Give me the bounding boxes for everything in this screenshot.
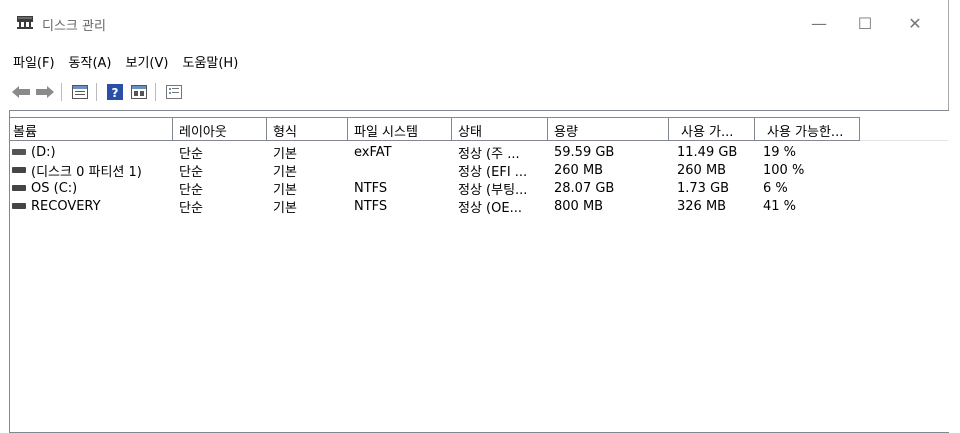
disk-graph-button[interactable] [128,81,150,103]
type-cell: 기본 [273,164,297,180]
table-row[interactable]: OS (C:) 단순 기본 NTFS 정상 (부팅... 28.07 GB 1.… [10,179,948,198]
maximize-button[interactable]: ☐ [842,8,888,38]
column-header-file-system[interactable]: 파일 시스템 [348,117,452,141]
percent-free-cell: 19 % [763,144,797,160]
capacity-cell: 28.07 GB [554,180,615,196]
status-cell: 정상 (주 ... [458,146,520,162]
status-cell: 정상 (OE... [458,200,522,216]
menu-help[interactable]: 도움말(H) [182,48,238,72]
free-space-cell: 11.49 GB [677,144,738,160]
toolbar-separator [61,83,62,101]
free-space-cell: 326 MB [677,198,727,214]
toolbar: ? [0,79,949,105]
percent-free-cell: 41 % [763,198,797,214]
column-header-free-space[interactable]: 사용 가... [669,117,755,141]
drive-icon [12,149,26,155]
back-arrow-icon [12,86,30,98]
disk-list-button[interactable] [69,81,91,103]
maximize-icon: ☐ [857,13,873,33]
table-header: 볼륨 레이아웃 형식 파일 시스템 상태 용량 사용 가... 사용 가능한..… [10,117,948,141]
forward-button[interactable] [34,81,56,103]
capacity-cell: 800 MB [554,198,604,214]
toolbar-separator [96,83,97,101]
menu-file[interactable]: 파일(F) [13,48,55,72]
type-cell: 기본 [273,182,297,198]
column-header-volume[interactable]: 볼륨 [10,117,173,141]
menu-bar: 파일(F) 동작(A) 보기(V) 도움말(H) [0,48,949,72]
table-row[interactable]: (디스크 0 파티션 1) 단순 기본 정상 (EFI ... 260 MB 2… [10,161,948,180]
status-cell: 정상 (부팅... [458,182,528,198]
volume-name: (디스크 0 파티션 1) [31,164,142,180]
volume-list: 볼륨 레이아웃 형식 파일 시스템 상태 용량 사용 가... 사용 가능한..… [9,110,949,433]
menu-action[interactable]: 동작(A) [69,48,112,72]
column-header-capacity[interactable]: 용량 [548,117,669,141]
disk-graph-icon [131,85,147,99]
help-icon: ? [107,84,123,100]
minimize-icon: — [811,13,827,33]
layout-cell: 단순 [179,164,203,180]
column-header-type[interactable]: 형식 [267,117,348,141]
capacity-cell: 59.59 GB [554,144,615,160]
type-cell: 기본 [273,200,297,216]
close-button[interactable]: ✕ [892,8,938,38]
column-header-layout[interactable]: 레이아웃 [173,117,267,141]
menu-view[interactable]: 보기(V) [126,48,169,72]
close-icon: ✕ [908,13,922,33]
disk-management-app-icon [16,14,34,30]
disk-list-icon [72,85,88,99]
window-title: 디스크 관리 [42,19,106,34]
capacity-cell: 260 MB [554,162,604,178]
layout-cell: 단순 [179,200,203,216]
column-header-status[interactable]: 상태 [452,117,548,141]
title-bar: 디스크 관리 — ☐ ✕ [0,0,949,44]
percent-free-cell: 6 % [763,180,788,196]
volume-name: (D:) [31,144,56,160]
drive-icon [12,185,26,191]
volume-name: RECOVERY [31,198,101,214]
drive-icon [12,167,26,173]
help-button[interactable]: ? [104,81,126,103]
table-body: (D:) 단순 기본 exFAT 정상 (주 ... 59.59 GB 11.4… [10,143,948,216]
svg-text:?: ? [112,86,119,100]
percent-free-cell: 100 % [763,162,805,178]
properties-icon [166,85,182,99]
drive-icon [12,203,26,209]
properties-button[interactable] [163,81,185,103]
layout-cell: 단순 [179,182,203,198]
status-cell: 정상 (EFI ... [458,164,528,180]
disk-management-window: 디스크 관리 — ☐ ✕ 파일(F) 동작(A) 보기(V) 도움말(H) ? … [0,0,949,433]
file-system-cell: NTFS [354,180,388,196]
table-row[interactable]: RECOVERY 단순 기본 NTFS 정상 (OE... 800 MB 326… [10,197,948,216]
toolbar-separator [155,83,156,101]
free-space-cell: 260 MB [677,162,727,178]
forward-arrow-icon [36,86,54,98]
free-space-cell: 1.73 GB [677,180,730,196]
file-system-cell: exFAT [354,144,392,160]
volume-name: OS (C:) [31,180,78,196]
back-button[interactable] [10,81,32,103]
file-system-cell: NTFS [354,198,388,214]
table-row[interactable]: (D:) 단순 기본 exFAT 정상 (주 ... 59.59 GB 11.4… [10,143,948,162]
window-edge [949,0,960,433]
column-header-percent-free[interactable]: 사용 가능한... [755,117,860,141]
type-cell: 기본 [273,146,297,162]
minimize-button[interactable]: — [796,8,842,38]
layout-cell: 단순 [179,146,203,162]
